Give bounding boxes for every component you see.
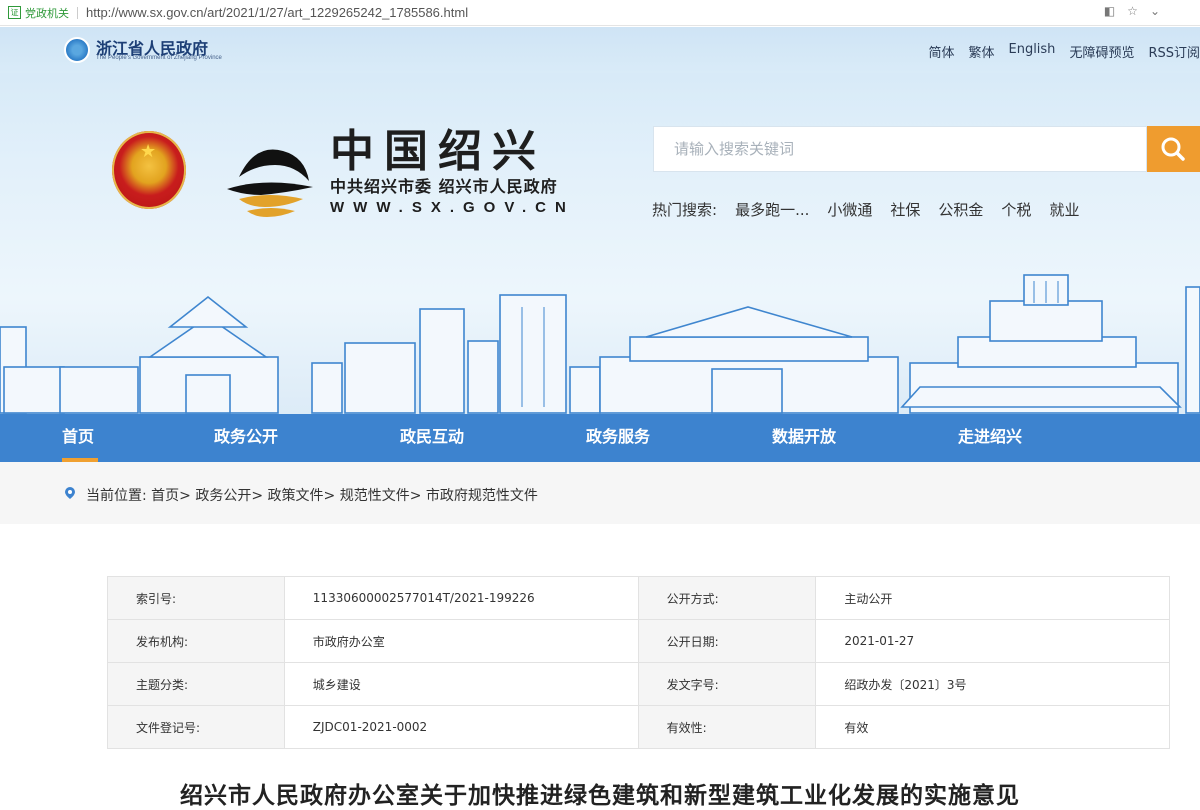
table-row: 索引号: 11330600002577014T/2021-199226 公开方式… bbox=[107, 576, 1170, 620]
info-key: 公开方式: bbox=[637, 576, 817, 620]
site-banner: 浙江省人民政府 The People's Government of Zheji… bbox=[0, 27, 1200, 415]
info-value: 主动公开 bbox=[815, 576, 1170, 620]
star-icon[interactable]: ☆ bbox=[1127, 4, 1138, 18]
province-english-name: The People's Government of Zhejiang Prov… bbox=[96, 55, 222, 61]
nav-interaction[interactable]: 政民互动 bbox=[400, 414, 464, 462]
certificate-label[interactable]: 党政机关 bbox=[25, 5, 69, 21]
top-bar: 浙江省人民政府 The People's Government of Zheji… bbox=[0, 27, 1200, 73]
info-key: 索引号: bbox=[107, 576, 285, 620]
search-icon bbox=[1161, 137, 1185, 161]
site-title: 中国绍兴 bbox=[330, 126, 546, 177]
info-value: 绍政办发〔2021〕3号 bbox=[815, 662, 1170, 706]
info-key: 有效性: bbox=[637, 705, 817, 749]
info-key: 发文字号: bbox=[637, 662, 817, 706]
info-key: 文件登记号: bbox=[107, 705, 285, 749]
table-row: 发布机构: 市政府办公室 公开日期: 2021-01-27 bbox=[107, 619, 1170, 663]
info-value: 城乡建设 bbox=[283, 662, 639, 706]
info-value: 有效 bbox=[815, 705, 1170, 749]
browser-address-bar: 证 党政机关 http://www.sx.gov.cn/art/2021/1/2… bbox=[0, 0, 1200, 26]
hot-term[interactable]: 社保 bbox=[890, 199, 920, 220]
link-rss[interactable]: RSS订阅 bbox=[1148, 42, 1200, 61]
document-info-table: 索引号: 11330600002577014T/2021-199226 公开方式… bbox=[107, 576, 1170, 749]
nav-about-shaoxing[interactable]: 走进绍兴 bbox=[958, 414, 1022, 462]
site-url: WWW.SX.GOV.CN bbox=[330, 199, 575, 216]
breadcrumb-label: 当前位置: bbox=[86, 488, 147, 504]
info-value: ZJDC01-2021-0002 bbox=[283, 705, 639, 749]
nav-government-affairs[interactable]: 政务公开 bbox=[214, 414, 278, 462]
link-traditional[interactable]: 繁体 bbox=[968, 42, 994, 61]
site-subtitle: 中共绍兴市委 绍兴市人民政府 bbox=[330, 177, 558, 196]
info-value: 2021-01-27 bbox=[815, 619, 1170, 663]
link-english[interactable]: English bbox=[1008, 42, 1055, 61]
nav-services[interactable]: 政务服务 bbox=[586, 414, 650, 462]
divider bbox=[77, 6, 78, 19]
main-nav: 首页 政务公开 政民互动 政务服务 数据开放 走进绍兴 bbox=[0, 414, 1200, 462]
province-logo-icon[interactable] bbox=[64, 37, 90, 63]
nav-open-data[interactable]: 数据开放 bbox=[772, 414, 836, 462]
breadcrumb-path[interactable]: 首页> 政务公开> 政策文件> 规范性文件> 市政府规范性文件 bbox=[151, 488, 538, 504]
info-key: 主题分类: bbox=[107, 662, 285, 706]
certificate-icon[interactable]: 证 bbox=[8, 6, 21, 19]
hot-term[interactable]: 公积金 bbox=[938, 199, 983, 220]
search-input[interactable] bbox=[654, 127, 1146, 171]
document-title: 绍兴市人民政府办公室关于加快推进绿色建筑和新型建筑工业化发展的实施意见 bbox=[180, 783, 1020, 809]
hot-term[interactable]: 最多跑一... bbox=[735, 199, 809, 220]
nav-home[interactable]: 首页 bbox=[62, 414, 94, 462]
hot-term[interactable]: 个税 bbox=[1001, 199, 1031, 220]
link-simplified[interactable]: 简体 bbox=[928, 42, 954, 61]
info-value: 11330600002577014T/2021-199226 bbox=[283, 576, 639, 620]
table-row: 主题分类: 城乡建设 发文字号: 绍政办发〔2021〕3号 bbox=[107, 662, 1170, 706]
top-links: 简体 繁体 English 无障碍预览 RSS订阅 bbox=[928, 42, 1200, 61]
table-row: 文件登记号: ZJDC01-2021-0002 有效性: 有效 bbox=[107, 705, 1170, 749]
link-accessibility[interactable]: 无障碍预览 bbox=[1069, 42, 1134, 61]
breadcrumb: 当前位置: 首页> 政务公开> 政策文件> 规范性文件> 市政府规范性文件 bbox=[86, 485, 538, 505]
info-key: 公开日期: bbox=[637, 619, 817, 663]
hot-search: 热门搜索: 最多跑一... 小微通 社保 公积金 个税 就业 bbox=[652, 199, 1079, 220]
national-emblem-icon bbox=[112, 131, 186, 209]
search-button[interactable] bbox=[1147, 126, 1200, 172]
search-box bbox=[653, 126, 1147, 172]
hot-term[interactable]: 就业 bbox=[1049, 199, 1079, 220]
city-skyline-illustration bbox=[0, 274, 1200, 414]
info-key: 发布机构: bbox=[107, 619, 285, 663]
url-text[interactable]: http://www.sx.gov.cn/art/2021/1/27/art_1… bbox=[86, 5, 468, 20]
shaoxing-logo-icon bbox=[227, 149, 313, 217]
location-pin-icon bbox=[65, 487, 75, 499]
info-value: 市政府办公室 bbox=[283, 619, 639, 663]
hot-term[interactable]: 小微通 bbox=[827, 199, 872, 220]
chevron-down-icon[interactable]: ⌄ bbox=[1150, 4, 1160, 18]
hot-search-label: 热门搜索: bbox=[652, 201, 718, 219]
reader-mode-icon[interactable]: ◧ bbox=[1104, 4, 1115, 18]
